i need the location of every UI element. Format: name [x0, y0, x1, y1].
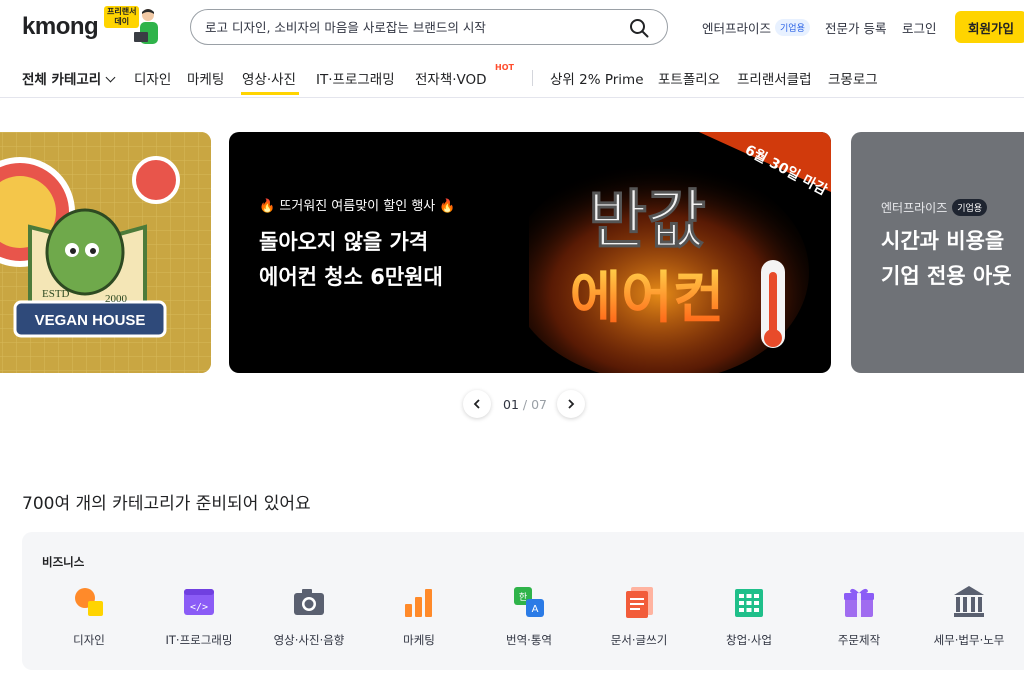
banner-title-line1: 돌아오지 않을 가격: [259, 230, 429, 254]
category-item-video-photo-audio[interactable]: 영상·사진·음향: [254, 584, 364, 648]
banner-title: 돌아오지 않을 가격 에어컨 청소 6만원대: [259, 225, 443, 295]
next-banner-title: 시간과 비용을 기업 전용 아웃: [881, 224, 1012, 294]
all-categories-label: 전체 카테고리: [22, 72, 102, 88]
half-price-text: 반값: [588, 184, 706, 258]
freelancer-illustration-icon: [134, 9, 158, 44]
sticker-main-text: VEGAN HOUSE: [35, 312, 146, 329]
nav-item-design[interactable]: 디자인: [134, 68, 171, 88]
nav-item-video-photo[interactable]: 영상·사진: [242, 68, 296, 88]
translate-icon: 한 A: [514, 587, 544, 617]
nav-item-portfolio[interactable]: 포트폴리오: [658, 68, 720, 88]
enterprise-link[interactable]: 엔터프라이즈 기업용: [702, 18, 810, 37]
banner-slide-current[interactable]: 🔥 뜨거워진 여름맞이 할인 행사 🔥 돌아오지 않을 가격 에어컨 청소 6만…: [229, 132, 831, 373]
category-item-label: 주문제작: [837, 633, 881, 647]
nav-item-it-programming[interactable]: IT·프로그래밍: [316, 68, 395, 88]
all-categories-menu[interactable]: 전체 카테고리: [22, 68, 116, 88]
category-item-design[interactable]: 디자인: [34, 584, 144, 648]
category-item-marketing[interactable]: 마케팅: [364, 584, 474, 648]
category-item-it-programming[interactable]: </> IT·프로그래밍: [144, 584, 254, 648]
slide-counter: 01 / 07: [503, 397, 547, 412]
category-panel-business: 비즈니스 디자인 </> IT·프로그래밍 영상·사진·음향 마케팅 한 A 번…: [22, 532, 1024, 670]
next-slide-button[interactable]: [557, 390, 585, 418]
category-item-label: 디자인: [73, 633, 105, 647]
nav-item-marketing[interactable]: 마케팅: [187, 68, 224, 88]
category-item-label: 세무·법무·노무: [933, 633, 1005, 647]
hot-badge: HOT: [495, 63, 514, 72]
enterprise-badge: 기업용: [775, 19, 810, 36]
nav-item-kmong-log[interactable]: 크몽로그: [828, 68, 878, 88]
camera-icon: [294, 589, 324, 615]
gift-icon: [844, 588, 874, 617]
half-price-aircon-graphic: 6월 30일 마감 반값 에어컨: [529, 132, 831, 373]
top-header: kmong 프리랜서 데이 엔터프라이즈 기업용 전문가 등록 로그인 회원가입: [0, 0, 1024, 54]
category-item-label: 마케팅: [403, 633, 435, 647]
category-nav: 전체 카테고리 디자인 마케팅 영상·사진 IT·프로그래밍 전자책·VOD H…: [0, 54, 1024, 98]
promo-tag-line1: 프리랜서: [107, 7, 137, 16]
building-icon: [735, 589, 763, 617]
freelancer-day-promo[interactable]: 프리랜서 데이: [104, 2, 158, 46]
search-icon[interactable]: [629, 18, 649, 38]
expert-register-link[interactable]: 전문가 등록: [825, 18, 886, 37]
enterprise-label: 엔터프라이즈: [702, 21, 772, 36]
next-banner-title-line1: 시간과 비용을: [881, 229, 1005, 253]
category-item-tax-legal-labor[interactable]: 세무·법무·노무: [914, 584, 1024, 648]
active-tab-indicator: [241, 92, 299, 95]
chevron-right-icon: [568, 399, 575, 409]
category-item-translation[interactable]: 한 A 번역·통역: [474, 584, 584, 648]
aircon-text: 에어컨: [570, 266, 725, 331]
svg-text:</>: </>: [190, 602, 208, 613]
nav-item-ebook-vod[interactable]: 전자책·VOD: [415, 68, 487, 88]
category-item-label: 문서·글쓰기: [610, 633, 668, 647]
search-bar[interactable]: [190, 9, 668, 45]
categories-section-title: 700여 개의 카테고리가 준비되어 있어요: [22, 494, 311, 514]
category-item-startup-business[interactable]: 창업·사업: [694, 584, 804, 648]
login-link[interactable]: 로그인: [902, 18, 937, 37]
sticker-year-text: 2000: [105, 293, 128, 305]
sticker-estd-text: ESTD: [42, 288, 70, 300]
bar-chart-icon: [405, 589, 432, 617]
svg-text:한: 한: [519, 592, 527, 603]
signup-button[interactable]: 회원가입: [955, 11, 1024, 43]
next-banner-title-line2: 기업 전용 아웃: [881, 264, 1012, 288]
slide-separator: /: [518, 397, 532, 412]
nav-divider: [532, 70, 533, 86]
category-item-custom-production[interactable]: 주문제작: [804, 584, 914, 648]
category-item-label: 번역·통역: [506, 633, 552, 647]
next-banner-badge: 기업용: [952, 199, 988, 216]
category-item-label: IT·프로그래밍: [165, 633, 233, 647]
svg-text:A: A: [532, 604, 539, 615]
chevron-down-icon: [105, 72, 116, 83]
nav-item-prime[interactable]: 상위 2% Prime: [550, 68, 644, 88]
banner-title-line2: 에어컨 청소 6만원대: [259, 265, 443, 289]
next-banner-label: 엔터프라이즈: [881, 201, 948, 215]
code-icon: </>: [184, 589, 214, 615]
search-input[interactable]: [205, 18, 625, 36]
banner-slide-prev[interactable]: VEGAN HOUSE ESTD 2000: [0, 132, 211, 373]
banner-slide-next[interactable]: 엔터프라이즈 기업용 시간과 비용을 기업 전용 아웃: [851, 132, 1024, 373]
category-group-label: 비즈니스: [42, 555, 85, 569]
slide-total: 07: [531, 397, 547, 412]
promo-tag-line2: 데이: [114, 17, 130, 26]
chevron-left-icon: [473, 399, 480, 409]
prev-slide-button[interactable]: [463, 390, 491, 418]
bank-icon: [954, 586, 984, 617]
category-item-documents[interactable]: 문서·글쓰기: [584, 584, 694, 648]
slide-current: 01: [503, 397, 519, 412]
nav-item-freelancer-club[interactable]: 프리랜서클럽: [737, 68, 812, 88]
vegan-house-sticker-illustration: VEGAN HOUSE ESTD 2000: [0, 132, 211, 373]
next-banner-subtitle: 엔터프라이즈 기업용: [881, 199, 988, 216]
design-icon: [75, 588, 103, 616]
kmong-logo[interactable]: kmong: [22, 13, 99, 41]
document-icon: [626, 587, 653, 618]
category-item-label: 영상·사진·음향: [273, 633, 345, 647]
banner-subtitle: 🔥 뜨거워진 여름맞이 할인 행사 🔥: [259, 199, 456, 214]
category-item-label: 창업·사업: [726, 633, 772, 647]
